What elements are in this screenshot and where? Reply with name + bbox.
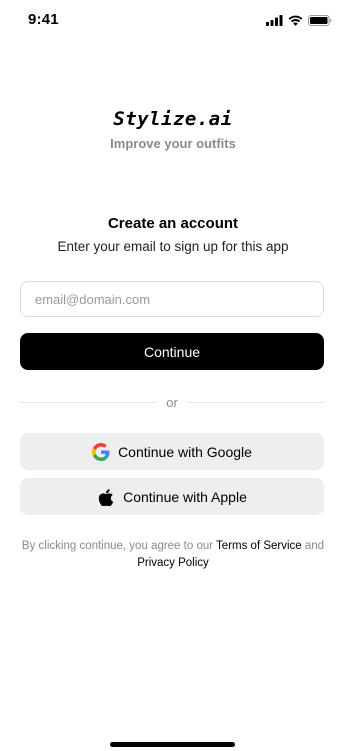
page-subtitle: Enter your email to sign up for this app: [57, 239, 289, 254]
app-logo-title: Stylize.ai: [113, 108, 233, 130]
legal-notice: By clicking continue, you agree to our T…: [20, 538, 326, 572]
email-field[interactable]: [20, 281, 324, 317]
privacy-policy-link[interactable]: Privacy Policy: [137, 557, 209, 569]
battery-icon: [308, 13, 332, 31]
continue-with-apple-button[interactable]: Continue with Apple: [20, 478, 324, 515]
divider-line-right: [187, 401, 324, 403]
legal-prefix: By clicking continue, you agree to our: [21, 540, 217, 552]
status-time: 9:41: [28, 11, 59, 28]
status-icons: [266, 13, 332, 31]
apple-button-label: Continue with Apple: [123, 488, 247, 505]
apple-icon: [97, 488, 115, 506]
continue-button[interactable]: Continue: [20, 333, 324, 370]
wifi-icon: [288, 13, 303, 31]
google-icon: [92, 442, 110, 461]
page-title: Create an account: [107, 215, 239, 232]
brand-header: Stylize.ai Improve your outfits: [0, 108, 346, 151]
terms-of-service-link[interactable]: Terms of Service: [216, 540, 302, 552]
status-bar: 9:41: [0, 0, 346, 40]
app-tagline: Improve your outfits: [110, 136, 236, 151]
or-divider: or: [20, 393, 324, 411]
signup-heading: Create an account Enter your email to si…: [0, 215, 346, 254]
legal-middle: and: [301, 540, 325, 552]
signal-icon: [266, 13, 283, 31]
home-indicator: [110, 742, 235, 747]
divider-text: or: [166, 394, 178, 410]
divider-line-left: [20, 401, 157, 403]
continue-with-google-button[interactable]: Continue with Google: [20, 433, 324, 470]
google-button-label: Continue with Google: [118, 443, 252, 460]
